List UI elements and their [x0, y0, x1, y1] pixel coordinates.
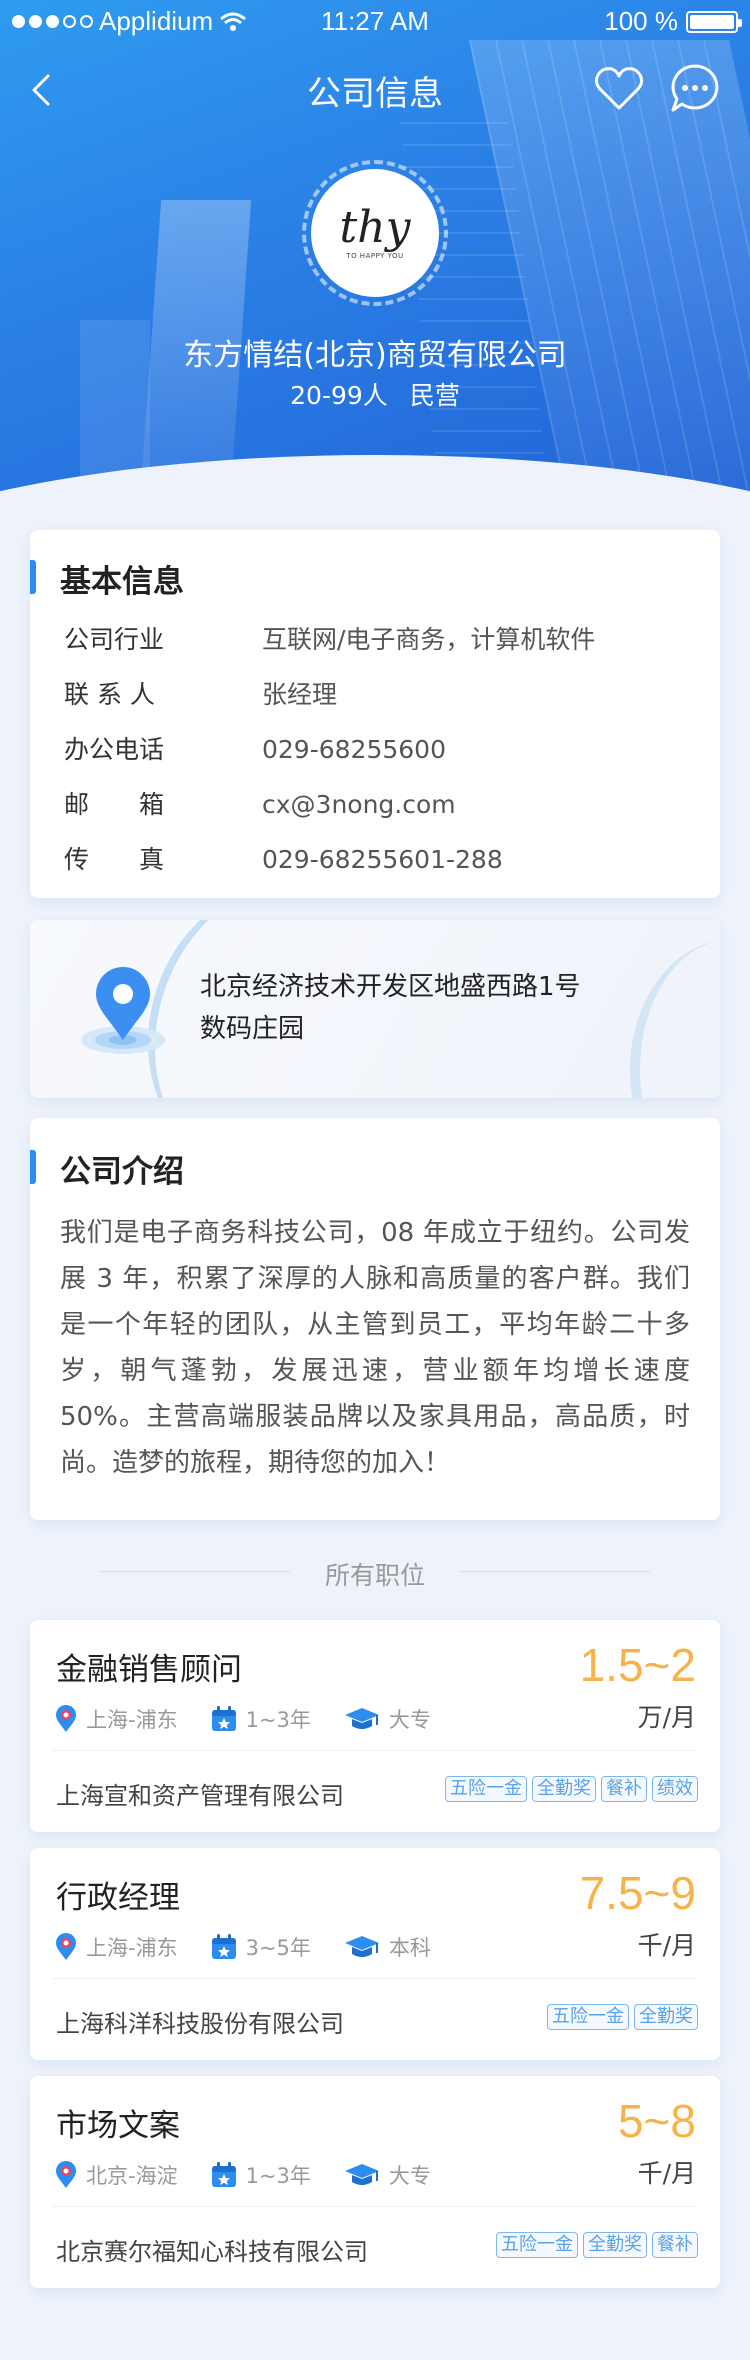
calendar-icon: [211, 1706, 236, 1731]
chat-bubble-icon[interactable]: [668, 62, 722, 116]
location-icon: [56, 2161, 76, 2188]
info-label: 邮 箱: [64, 790, 165, 819]
job-experience: 1~3年: [245, 2164, 311, 2188]
benefit-tag: 全勤奖: [532, 1776, 596, 1802]
company-intro-card: 公司介绍 我们是电子商务科技公司，08 年成立于纽约。公司发展 3 年，积累了深…: [30, 1118, 720, 1520]
salary-unit: 千/月: [637, 2159, 696, 2188]
job-education: 本科: [388, 1936, 431, 1960]
job-company: 北京赛尔福知心科技有限公司: [56, 2238, 368, 2266]
info-label: 传 真: [64, 845, 165, 874]
divider-line: [460, 1571, 650, 1572]
job-salary: 1.5~2: [579, 1639, 696, 1691]
info-row-contact: 联 系 人 张经理: [64, 675, 337, 711]
job-education: 大专: [388, 1708, 431, 1732]
info-row-fax: 传 真 029-68255601-288: [64, 840, 503, 876]
intro-text: 我们是电子商务科技公司，08 年成立于纽约。公司发展 3 年，积累了深厚的人脉和…: [60, 1218, 690, 1478]
benefit-tag: 全勤奖: [583, 2232, 647, 2258]
job-card[interactable]: 行政经理 7.5~9 千/月 上海-浦东 3~5年 本科 上海科洋科技股份有限公…: [30, 1848, 720, 2060]
job-company: 上海宣和资产管理有限公司: [56, 1782, 344, 1810]
benefit-tag: 五险一金: [547, 2004, 629, 2030]
company-logo: thy TO HAPPY YOU: [311, 169, 439, 297]
benefit-tag: 绩效: [652, 1776, 698, 1802]
divider-line: [52, 1978, 698, 1979]
status-bar: Applidium 11:27 AM 100 %: [0, 0, 750, 40]
job-company: 上海科洋科技股份有限公司: [56, 2010, 344, 2038]
location-icon: [56, 1705, 76, 1732]
info-label: 联 系 人: [64, 680, 155, 709]
logo-tagline: TO HAPPY YOU: [346, 252, 404, 260]
address-text: 北京经济技术开发区地盛西路1号 数码庄园: [200, 966, 640, 1050]
address-line: 北京经济技术开发区地盛西路1号: [200, 972, 581, 1002]
salary-unit: 万/月: [637, 1703, 696, 1732]
benefit-tag: 全勤奖: [634, 2004, 698, 2030]
divider-line: [52, 2206, 698, 2207]
address-line: 数码庄园: [200, 1014, 305, 1044]
divider-line: [52, 1750, 698, 1751]
info-value: 张经理: [262, 680, 338, 709]
info-value: 互联网/电子商务，计算机软件: [262, 625, 596, 654]
salary-unit: 千/月: [637, 1931, 696, 1960]
section-title: 公司介绍: [30, 1146, 184, 1191]
graduation-cap-icon: [344, 1708, 379, 1729]
info-row-phone[interactable]: 办公电话 029-68255600: [64, 730, 446, 766]
location-icon: [56, 1933, 76, 1960]
heart-icon[interactable]: [592, 64, 646, 114]
location-pin-icon: [81, 967, 165, 1054]
battery-icon: [686, 10, 742, 33]
nav-bar: 公司信息: [0, 60, 750, 120]
job-title: 行政经理: [56, 1880, 180, 1916]
info-row-email[interactable]: 邮 箱 cx@3nong.com: [64, 785, 456, 821]
benefit-tag: 餐补: [652, 2232, 698, 2258]
logo-mark: thy: [339, 202, 411, 253]
company-type: 民营: [409, 381, 460, 410]
job-meta: 上海-浦东 1~3年 大专: [54, 1704, 463, 1734]
benefit-tag: 五险一金: [496, 2232, 578, 2258]
job-tags: 五险一金 全勤奖 餐补 绩效: [445, 1776, 698, 1802]
calendar-icon: [211, 2162, 236, 2187]
graduation-cap-icon: [344, 1936, 379, 1957]
job-card[interactable]: 市场文案 5~8 千/月 北京-海淀 1~3年 大专 北京赛尔福知心科技有限公司…: [30, 2076, 720, 2288]
benefit-tag: 餐补: [601, 1776, 647, 1802]
job-meta: 北京-海淀 1~3年 大专: [54, 2160, 463, 2190]
battery: 100 %: [604, 6, 742, 37]
info-value[interactable]: cx@3nong.com: [262, 790, 456, 819]
benefit-tag: 五险一金: [445, 1776, 527, 1802]
jobs-divider-label: 所有职位: [324, 1561, 425, 1590]
job-card[interactable]: 金融销售顾问 1.5~2 万/月 上海-浦东 1~3年 大专 上海宣和资产管理有…: [30, 1620, 720, 1832]
basic-info-card: 基本信息 公司行业 互联网/电子商务，计算机软件 联 系 人 张经理 办公电话 029…: [30, 530, 720, 898]
jobs-divider: 所有职位: [100, 1556, 650, 1590]
job-location: 北京-海淀: [86, 2164, 178, 2188]
job-location: 上海-浦东: [86, 1708, 178, 1732]
company-logo-ring: thy TO HAPPY YOU: [302, 160, 448, 306]
section-title: 基本信息: [30, 556, 184, 601]
info-value: 029-68255601-288: [262, 845, 503, 874]
company-name: 东方情结(北京)商贸有限公司: [183, 338, 567, 373]
job-salary: 7.5~9: [579, 1867, 696, 1919]
job-title: 市场文案: [56, 2108, 180, 2144]
calendar-icon: [211, 1934, 236, 1959]
job-experience: 1~3年: [245, 1708, 311, 1732]
job-title: 金融销售顾问: [56, 1652, 242, 1688]
job-education: 大专: [388, 2164, 431, 2188]
address-card[interactable]: 北京经济技术开发区地盛西路1号 数码庄园: [30, 920, 720, 1098]
info-label: 公司行业: [64, 625, 165, 654]
info-label: 办公电话: [64, 735, 165, 764]
job-meta: 上海-浦东 3~5年 本科: [54, 1932, 463, 1962]
job-salary: 5~8: [617, 2095, 696, 2147]
battery-level: 100 %: [604, 6, 678, 36]
job-experience: 3~5年: [245, 1936, 311, 1960]
job-tags: 五险一金 全勤奖 餐补: [496, 2232, 698, 2258]
company-size: 20-99人: [290, 381, 388, 410]
company-meta: 20-99人 民营: [0, 376, 750, 412]
job-location: 上海-浦东: [86, 1936, 178, 1960]
info-value[interactable]: 029-68255600: [262, 735, 446, 764]
info-row-industry: 公司行业 互联网/电子商务，计算机软件: [64, 620, 595, 656]
job-tags: 五险一金 全勤奖: [547, 2004, 698, 2030]
graduation-cap-icon: [344, 2164, 379, 2185]
